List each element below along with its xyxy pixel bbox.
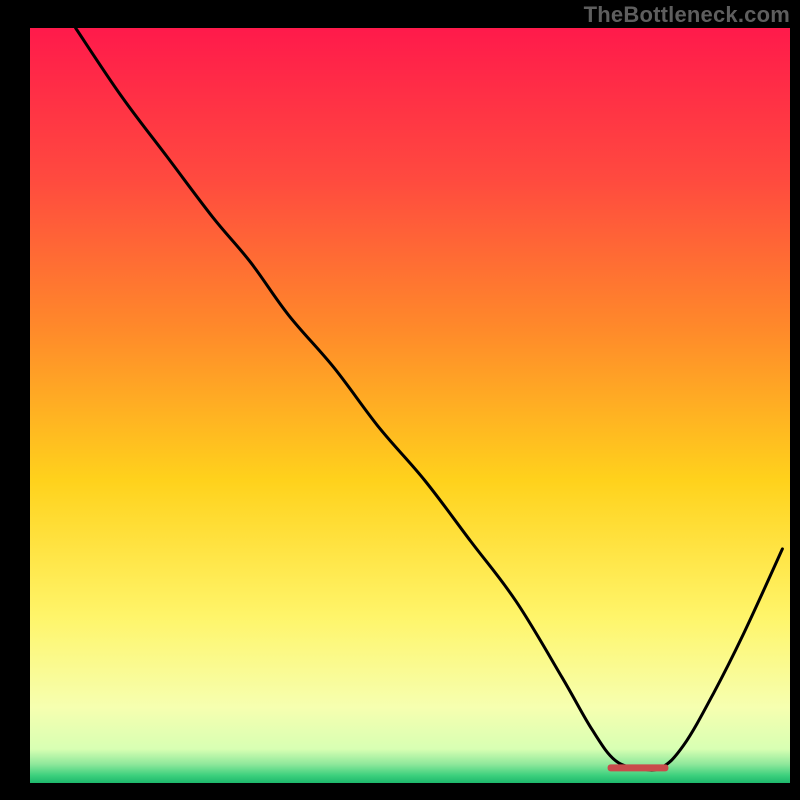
minimum-marker: [608, 764, 669, 771]
chart-container: TheBottleneck.com: [0, 0, 800, 800]
watermark-text: TheBottleneck.com: [584, 2, 790, 28]
plot-background: [30, 28, 790, 783]
chart-svg: [0, 0, 800, 800]
